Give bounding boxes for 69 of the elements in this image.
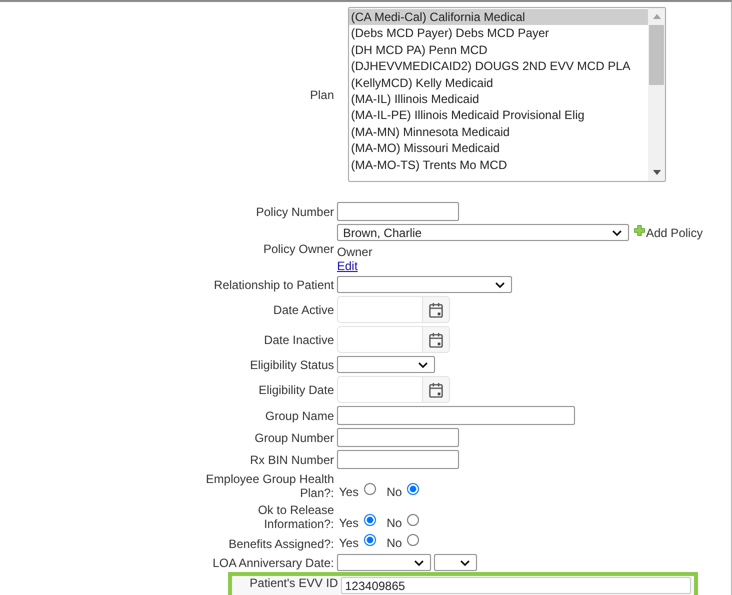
owner-type-text: Owner xyxy=(337,245,374,259)
calendar-button[interactable] xyxy=(422,327,449,352)
add-policy-link[interactable]: Add Policy xyxy=(634,226,703,240)
scroll-down-icon[interactable] xyxy=(652,170,660,175)
scrollbar[interactable] xyxy=(648,8,665,181)
chevron-down-icon xyxy=(612,230,622,236)
radio-button[interactable] xyxy=(406,534,419,546)
radio-label: Yes xyxy=(339,484,359,498)
input-field[interactable]: 123409865 xyxy=(341,577,691,594)
field-label: Plan xyxy=(308,88,335,102)
calendar-button[interactable] xyxy=(422,297,449,322)
plan-option[interactable]: (MA-IL) Illinois Medicaid xyxy=(349,90,648,108)
plan-option[interactable]: (MA-MO) Missouri Medicaid xyxy=(349,140,648,157)
date-field[interactable] xyxy=(337,376,450,403)
radio-label: No xyxy=(386,536,402,550)
field-label: Group Name xyxy=(264,408,335,422)
field-label: Relationship to Patient xyxy=(212,278,335,292)
field-label: Date Inactive xyxy=(262,332,335,346)
field-label: LOA Anniversary Date: xyxy=(212,556,335,570)
select-field[interactable] xyxy=(337,356,435,373)
chevron-down-icon xyxy=(418,362,428,368)
plan-option[interactable]: (DH MCD PA) Penn MCD xyxy=(349,42,648,58)
field-label: Eligibility Date xyxy=(258,382,335,396)
field-label: Date Active xyxy=(272,302,335,316)
field-label: Policy Owner xyxy=(262,242,335,256)
field-label: Eligibility Status xyxy=(248,358,335,372)
input-field[interactable] xyxy=(337,406,575,425)
owner-select[interactable]: Brown, Charlie xyxy=(337,224,629,241)
select-field[interactable] xyxy=(337,276,512,293)
edit-link[interactable]: Edit xyxy=(337,259,358,273)
calendar-icon xyxy=(429,382,443,398)
chevron-down-icon xyxy=(460,560,470,566)
radio-button[interactable] xyxy=(406,483,419,495)
scroll-up-icon[interactable] xyxy=(652,14,660,19)
plan-option[interactable]: (MA-MN) Minnesota Medicaid xyxy=(349,124,648,140)
input-field[interactable] xyxy=(337,202,459,221)
day-select[interactable] xyxy=(434,554,477,571)
plan-listbox[interactable] xyxy=(348,7,666,182)
calendar-button[interactable] xyxy=(422,377,449,402)
plan-option[interactable]: (MA-MO-TS) Trents Mo MCD xyxy=(349,156,648,173)
field-label: Benefits Assigned?: xyxy=(228,537,335,551)
radio-button[interactable] xyxy=(406,514,419,526)
radio-label: No xyxy=(386,484,402,498)
radio-label: No xyxy=(386,516,402,530)
field-label: Policy Number xyxy=(254,204,335,218)
radio-button[interactable] xyxy=(364,534,376,546)
input-field[interactable] xyxy=(337,428,459,447)
radio-button[interactable] xyxy=(364,483,376,495)
date-field[interactable] xyxy=(337,296,450,323)
field-label: Employee Group Health Plan?: xyxy=(204,472,335,500)
radio-label: Yes xyxy=(339,536,359,550)
plan-option[interactable]: (DJHEVVMEDICAID2) DOUGS 2ND EVV MCD PLA xyxy=(349,58,648,75)
chevron-down-icon xyxy=(495,282,505,288)
date-field[interactable] xyxy=(337,326,450,353)
plan-option[interactable]: (MA-IL-PE) Illinois Medicaid Provisional Elig xyxy=(349,107,648,124)
chevron-down-icon xyxy=(414,560,424,566)
calendar-icon xyxy=(429,332,443,348)
plan-option[interactable]: (Debs MCD Payer) Debs MCD Payer xyxy=(349,25,648,42)
field-label: Ok to Release Information?: xyxy=(256,503,335,531)
field-label: Group Number xyxy=(254,430,335,444)
radio-label: Yes xyxy=(339,516,359,530)
plan-option[interactable]: (CA Medi-Cal) California Medical xyxy=(349,9,648,26)
radio-button[interactable] xyxy=(364,514,376,526)
input-field[interactable] xyxy=(337,450,459,469)
field-label: Rx BIN Number xyxy=(248,452,335,466)
plus-icon xyxy=(634,225,645,236)
plan-option[interactable]: (KellyMCD) Kelly Medicaid xyxy=(349,74,648,91)
field-label: Patient's EVV ID xyxy=(248,576,339,591)
calendar-icon xyxy=(429,302,443,318)
